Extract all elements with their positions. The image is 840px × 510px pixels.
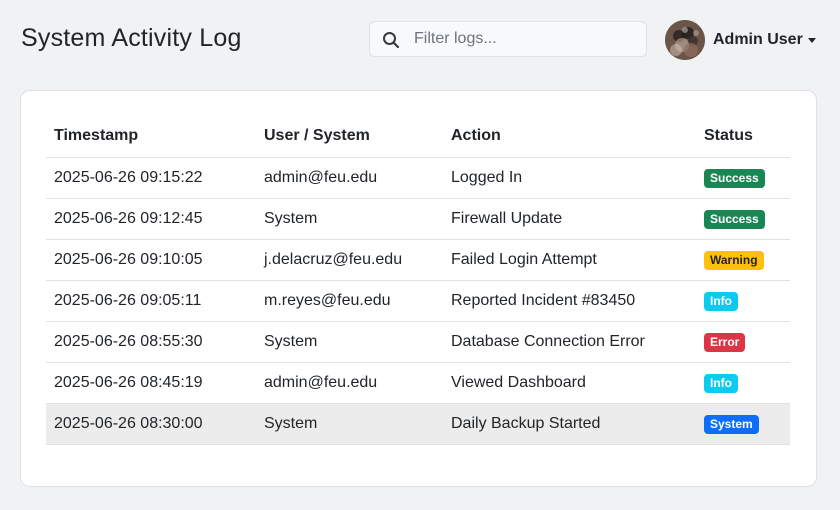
cell-user: System	[256, 198, 443, 240]
column-header-status[interactable]: Status	[696, 115, 790, 158]
table-row[interactable]: 2025-06-26 09:15:22 admin@feu.edu Logged I…	[46, 157, 790, 199]
status-badge: System	[704, 414, 759, 434]
cell-timestamp: 2025-06-26 09:12:45	[46, 198, 256, 240]
avatar-image	[665, 20, 705, 60]
cell-action: Reported Incident #83450	[443, 280, 696, 322]
search-input[interactable]	[414, 22, 640, 56]
cell-status: Info	[696, 280, 790, 322]
status-badge: Info	[704, 373, 738, 393]
user-name[interactable]: Admin User	[713, 31, 803, 49]
cell-timestamp: 2025-06-26 09:05:11	[46, 280, 256, 322]
cell-action: Failed Login Attempt	[443, 239, 696, 281]
status-badge: Error	[704, 332, 746, 352]
cell-action: Firewall Update	[443, 198, 696, 240]
cell-status: Warning	[696, 239, 790, 281]
column-header-user[interactable]: User / System	[256, 115, 443, 158]
table-row[interactable]: 2025-06-26 09:12:45 System Firewall Update…	[46, 198, 790, 240]
activity-log-table: Timestamp User / System Action Status 20…	[46, 115, 790, 445]
cell-user: System	[256, 321, 443, 363]
cell-timestamp: 2025-06-26 09:10:05	[46, 239, 256, 281]
table-row[interactable]: 2025-06-26 09:10:05 j.delacruz@feu.edu Fai…	[46, 239, 790, 281]
search-box[interactable]	[369, 21, 647, 57]
cell-status: System	[696, 403, 790, 445]
cell-user: System	[256, 403, 443, 445]
avatar[interactable]	[665, 20, 705, 60]
cell-timestamp: 2025-06-26 08:55:30	[46, 321, 256, 363]
cell-status: Error	[696, 321, 790, 363]
cell-user: admin@feu.edu	[256, 157, 443, 199]
status-badge: Info	[704, 291, 738, 311]
cell-action: Daily Backup Started	[443, 403, 696, 445]
cell-timestamp: 2025-06-26 08:30:00	[46, 403, 256, 445]
cell-status: Info	[696, 362, 790, 404]
status-badge: Warning	[704, 250, 764, 270]
table-row[interactable]: 2025-06-26 09:05:11 m.reyes@feu.edu Report…	[46, 280, 790, 322]
page-title: System Activity Log	[21, 24, 242, 52]
chevron-down-icon[interactable]	[807, 37, 816, 43]
activity-log-card: Timestamp User / System Action Status 20…	[20, 90, 817, 487]
status-badge: Success	[704, 168, 765, 188]
cell-status: Success	[696, 198, 790, 240]
cell-user: j.delacruz@feu.edu	[256, 239, 443, 281]
cell-timestamp: 2025-06-26 09:15:22	[46, 157, 256, 199]
user-menu[interactable]: Admin User	[665, 20, 816, 60]
column-header-action[interactable]: Action	[443, 115, 696, 158]
top-bar: System Activity Log Admin User	[0, 0, 840, 80]
cell-action: Logged In	[443, 157, 696, 199]
cell-user: admin@feu.edu	[256, 362, 443, 404]
status-badge: Success	[704, 209, 765, 229]
table-row[interactable]: 2025-06-26 08:30:00 System Daily Backup St…	[46, 403, 790, 445]
cell-user: m.reyes@feu.edu	[256, 280, 443, 322]
cell-action: Viewed Dashboard	[443, 362, 696, 404]
table-row[interactable]: 2025-06-26 08:45:19 admin@feu.edu Viewed D…	[46, 362, 790, 404]
table-row[interactable]: 2025-06-26 08:55:30 System Database Connec…	[46, 321, 790, 363]
cell-timestamp: 2025-06-26 08:45:19	[46, 362, 256, 404]
cell-status: Success	[696, 157, 790, 199]
table-body: 2025-06-26 09:15:22 admin@feu.edu Logged I…	[46, 157, 790, 445]
table-header-row: Timestamp User / System Action Status	[46, 115, 790, 158]
search-icon	[383, 32, 400, 49]
cell-action: Database Connection Error	[443, 321, 696, 363]
column-header-timestamp[interactable]: Timestamp	[46, 115, 256, 158]
